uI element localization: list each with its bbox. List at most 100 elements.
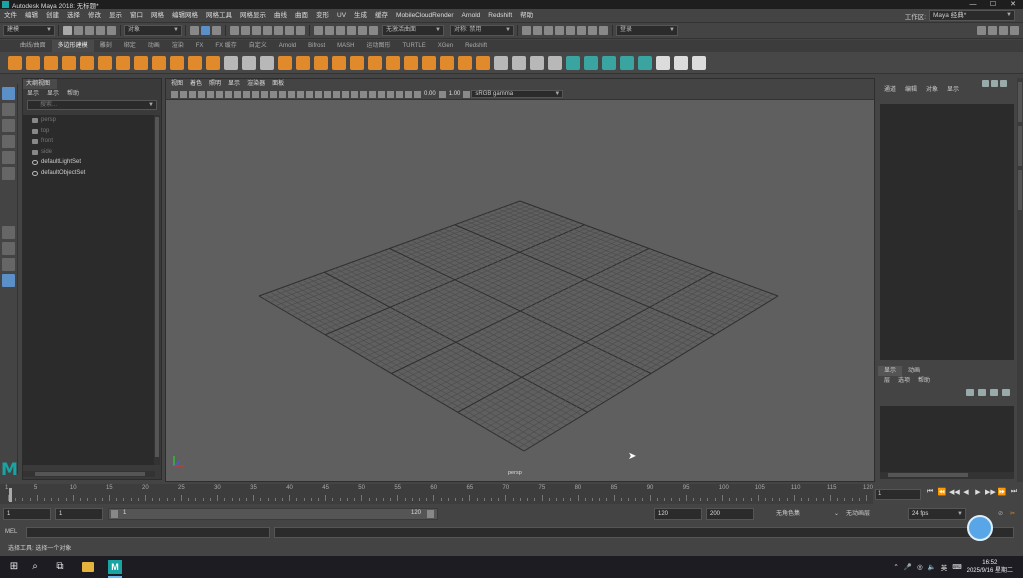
outliner-vertical-scrollbar[interactable]: [154, 115, 160, 465]
show-both-icon[interactable]: [1000, 80, 1007, 87]
construction-history-icon[interactable]: [522, 26, 531, 35]
select-deform-icon[interactable]: [274, 26, 283, 35]
outliner-item[interactable]: persp: [23, 115, 155, 126]
shelf-tab-8[interactable]: 自定义: [243, 40, 273, 52]
login-dropdown[interactable]: 登录 ▼: [616, 25, 678, 36]
shelf-tab-12[interactable]: 运动图形: [360, 40, 396, 52]
uv-cylindrical-icon[interactable]: [584, 55, 598, 70]
show-channel-box-icon[interactable]: [982, 80, 989, 87]
symmetry-dropdown[interactable]: 对称: 禁用 ▼: [450, 25, 514, 36]
outliner-layout-icon[interactable]: [2, 274, 15, 287]
uv-auto-icon[interactable]: [620, 55, 634, 70]
shelf-tab-5[interactable]: 渲染: [166, 40, 190, 52]
uv-sew-icon[interactable]: [656, 55, 670, 70]
merge-icon[interactable]: [368, 55, 382, 70]
playback-button-0[interactable]: ⏮: [925, 488, 935, 496]
outliner-item[interactable]: top: [23, 126, 155, 137]
shelf-tab-14[interactable]: XGen: [432, 40, 459, 52]
triangulate-icon[interactable]: [476, 55, 490, 70]
move-layer-up-icon[interactable]: [966, 389, 974, 396]
anim-prefs-icon[interactable]: ✂: [1010, 508, 1015, 520]
isolate-select-icon[interactable]: [378, 90, 385, 98]
shelf-tab-4[interactable]: 动画: [142, 40, 166, 52]
microphone-icon[interactable]: 🎤: [904, 563, 912, 571]
range-bar[interactable]: 1 120: [108, 508, 438, 520]
append-polygon-icon[interactable]: [386, 55, 400, 70]
outliner-menu-display[interactable]: 显示: [27, 89, 39, 99]
motion-blur-icon[interactable]: [351, 90, 358, 98]
bookmarks-icon[interactable]: [189, 90, 196, 98]
uv-spherical-icon[interactable]: [602, 55, 616, 70]
menu-item-7[interactable]: 网格: [147, 9, 168, 23]
fps-dropdown[interactable]: 24 fps ▼: [908, 508, 966, 520]
playback-button-2[interactable]: ◀◀: [949, 488, 960, 496]
select-handle-icon[interactable]: [230, 26, 239, 35]
outliner-menu-help[interactable]: 帮助: [67, 89, 79, 99]
command-input[interactable]: [26, 527, 270, 538]
poly-disc-icon[interactable]: [116, 55, 130, 70]
shadows-icon[interactable]: [333, 90, 340, 98]
viewport-menu-4[interactable]: 渲染器: [247, 79, 265, 89]
separate-icon[interactable]: [242, 55, 256, 70]
current-time-marker[interactable]: [9, 488, 12, 502]
snap-plane-icon[interactable]: [347, 26, 356, 35]
select-joint-icon[interactable]: [241, 26, 250, 35]
layer-menu-layers[interactable]: 层: [884, 376, 890, 386]
animation-start-field[interactable]: 1: [3, 508, 51, 520]
super-shape-icon[interactable]: [152, 55, 166, 70]
outliner-item[interactable]: side: [23, 147, 155, 158]
screen-recorder-button[interactable]: [967, 515, 993, 541]
menu-item-1[interactable]: 编辑: [21, 9, 42, 23]
snap-point-icon[interactable]: [336, 26, 345, 35]
xray-components-icon[interactable]: [405, 90, 412, 98]
four-view-layout-icon[interactable]: [2, 242, 15, 255]
svg-tool-icon[interactable]: [206, 55, 220, 70]
soften-edge-icon[interactable]: [440, 55, 454, 70]
use-all-lights-icon[interactable]: [324, 90, 331, 98]
viewport-menu-5[interactable]: 面板: [272, 79, 284, 89]
menu-item-5[interactable]: 显示: [105, 9, 126, 23]
shelf-tab-11[interactable]: MASH: [331, 40, 360, 52]
menu-item-17[interactable]: MobileCloudRender: [392, 9, 457, 23]
image-plane-icon[interactable]: [198, 90, 205, 98]
quad-draw-icon[interactable]: [494, 55, 508, 70]
two-pane-layout-icon[interactable]: [2, 258, 15, 271]
save-scene-icon[interactable]: [85, 26, 94, 35]
menu-item-16[interactable]: 缓存: [371, 9, 392, 23]
shelf-tab-7[interactable]: FX 缓存: [209, 40, 242, 52]
render-frame-icon[interactable]: [533, 26, 542, 35]
shelf-tab-6[interactable]: FX: [190, 40, 210, 52]
target-weld-icon[interactable]: [404, 55, 418, 70]
poly-plane-icon[interactable]: [98, 55, 112, 70]
select-surface-icon[interactable]: [263, 26, 272, 35]
gate-mask-icon[interactable]: [252, 90, 259, 98]
select-curve-icon[interactable]: [252, 26, 261, 35]
uv-unfold-icon[interactable]: [674, 55, 688, 70]
shelf-tab-13[interactable]: TURTLE: [397, 40, 432, 52]
volume-icon[interactable]: 🔈: [928, 563, 936, 571]
playback-button-5[interactable]: ▶▶: [985, 488, 996, 496]
menu-item-10[interactable]: 网格显示: [236, 9, 270, 23]
shelf-tab-1[interactable]: 多边形建模: [51, 40, 94, 52]
menu-item-15[interactable]: 生成: [350, 9, 371, 23]
file-explorer-icon[interactable]: [82, 562, 94, 572]
gamma-value[interactable]: 1.00: [447, 91, 463, 97]
menu-item-4[interactable]: 修改: [84, 9, 105, 23]
outliner-search-input[interactable]: 搜索... ▼: [27, 100, 157, 110]
menu-item-8[interactable]: 编辑网格: [168, 9, 202, 23]
lasso-tool-icon[interactable]: [2, 103, 15, 116]
field-chart-icon[interactable]: [261, 90, 268, 98]
paint-select-tool-icon[interactable]: [2, 119, 15, 132]
mirror-icon[interactable]: [422, 55, 436, 70]
keyboard-icon[interactable]: ⌨: [952, 563, 961, 571]
fill-hole-icon[interactable]: [350, 55, 364, 70]
depth-of-field-icon[interactable]: [369, 90, 376, 98]
shelf-tab-10[interactable]: Bifrost: [302, 40, 331, 52]
snap-grid-icon[interactable]: [314, 26, 323, 35]
viewport-menu-2[interactable]: 照明: [209, 79, 221, 89]
object-mode-icon[interactable]: [201, 26, 210, 35]
menu-item-19[interactable]: Redshift: [484, 9, 516, 23]
xray-joints-icon[interactable]: [396, 90, 403, 98]
tab-display-layers[interactable]: 显示: [878, 366, 903, 376]
extract-icon[interactable]: [458, 55, 472, 70]
